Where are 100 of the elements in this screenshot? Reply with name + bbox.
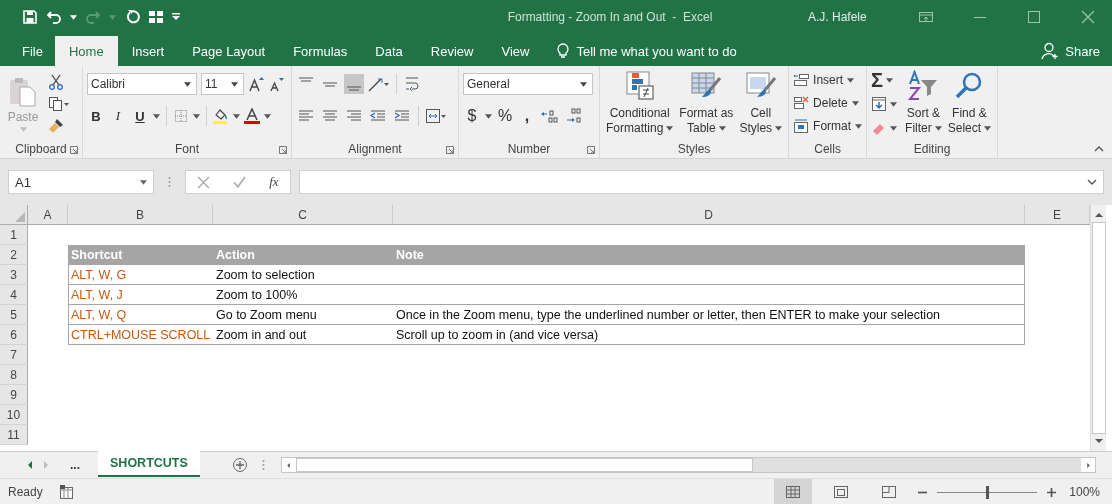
vertical-scrollbar[interactable] [1090,205,1106,451]
table-cell: Zoom to selection [213,265,393,285]
previous-sheet-icon[interactable] [26,461,34,469]
styles-button[interactable]: Conditional Formatting [604,70,676,140]
table-cell: ALT, W, J [68,285,213,305]
zoom-level[interactable]: 100% [1066,485,1100,499]
styles-button[interactable]: Cell Styles [737,70,785,140]
row-header[interactable]: 3 [10,267,17,282]
caret-icon [580,81,587,87]
cells-button[interactable]: Delete [793,93,863,113]
save-icon[interactable] [22,9,38,25]
dialog-launcher-icon[interactable] [279,146,287,154]
italic-button[interactable]: I [109,108,127,124]
scroll-right-icon[interactable] [1084,462,1092,468]
refresh-icon[interactable] [124,9,140,25]
orientation-icon[interactable] [368,76,390,92]
underline-button[interactable]: U [131,108,149,124]
share-button[interactable]: Share [1041,36,1112,66]
caret-icon[interactable] [264,113,271,119]
editing-button[interactable]: Sort & Filter [903,70,944,140]
grip-icon [168,176,171,188]
cells-button[interactable]: Format [793,116,863,136]
undo-icon[interactable] [46,9,62,25]
caret-icon[interactable] [193,113,200,119]
styles-button[interactable]: Format as Table [677,70,736,140]
insert-function-button[interactable]: fx [269,174,279,190]
grow-font-icon[interactable] [248,76,264,92]
column-header[interactable]: D [704,207,713,222]
caret-icon[interactable] [153,113,160,119]
caret-icon[interactable] [70,14,77,20]
customize-icon[interactable] [172,13,180,21]
scissors-icon[interactable] [48,74,64,90]
tell-me-field[interactable]: Tell me what you want to do [576,43,737,59]
decrease-decimal-icon[interactable] [564,106,584,126]
name-box[interactable]: A1 [8,170,154,194]
row-header[interactable]: 4 [10,287,17,302]
macro-record-icon[interactable] [58,484,75,500]
caret-icon [666,126,674,131]
ribbon-tab[interactable]: Data [361,36,417,66]
normal-view-icon [785,484,801,500]
dialog-launcher-icon[interactable] [446,146,454,154]
row-header[interactable]: 7 [10,347,17,362]
bold-button[interactable]: B [87,108,105,124]
row-header[interactable]: 5 [10,307,17,322]
row-header[interactable]: 8 [10,367,17,382]
shrink-font-icon[interactable] [268,76,284,92]
ribbon-tab[interactable]: View [487,36,544,66]
comma-button[interactable]: , [518,107,536,125]
row-header[interactable]: 2 [10,247,17,262]
horizontal-scrollbar[interactable] [280,457,1096,473]
autosum-button[interactable]: Σ [871,70,898,90]
column-header[interactable]: C [298,207,307,222]
zoom-in-icon[interactable] [1047,487,1056,497]
row-header[interactable]: 6 [10,327,17,342]
maximize-icon[interactable] [1026,9,1042,25]
ribbon-tab[interactable]: Formulas [279,36,362,66]
fill-color-icon[interactable] [213,108,229,124]
percent-button[interactable]: % [496,107,514,125]
dialog-launcher-icon[interactable] [587,146,595,154]
scroll-down-icon[interactable] [1094,437,1103,445]
font-size-dropdown[interactable]: 11 [201,73,244,95]
scroll-up-icon[interactable] [1094,211,1103,219]
ribbon-tab[interactable]: Page Layout [178,36,280,66]
ribbon-tab[interactable]: Review [416,36,488,66]
currency-button[interactable]: $ [463,107,481,125]
ribbon-tab[interactable]: Insert [117,36,179,66]
expand-icon [1087,179,1097,185]
sheet-tab[interactable]: SHORTCUTS [98,451,200,477]
column-header[interactable]: A [43,207,52,222]
new-sheet-icon[interactable] [231,457,248,473]
fill-down-icon[interactable] [871,96,888,112]
scroll-left-icon[interactable] [285,462,293,468]
format-painter-icon[interactable] [48,118,64,134]
close-icon[interactable] [1080,9,1096,25]
row-header[interactable]: 1 [10,227,17,242]
copy-icon[interactable] [48,96,70,112]
row-header[interactable]: 9 [10,387,17,402]
view-button[interactable] [774,479,812,504]
merge-center-icon[interactable] [425,108,447,124]
font-family-dropdown[interactable]: Calibri [87,73,197,95]
dialog-launcher-icon[interactable] [70,146,78,154]
collapse-ribbon-icon[interactable] [1094,146,1104,152]
column-header[interactable]: E [1053,207,1061,222]
more-sheets-button[interactable]: ... [70,458,80,472]
caret-icon[interactable] [890,101,898,107]
ribbon-tab[interactable]: Home [54,36,118,66]
layout-icon[interactable] [148,9,164,25]
caret-icon[interactable] [485,113,492,119]
caret-icon[interactable] [233,113,240,119]
ribbon-tab[interactable]: File [0,36,55,66]
delete-cells-icon [793,95,810,111]
number-format-dropdown[interactable]: General [463,73,593,95]
lightbulb-icon[interactable] [555,43,572,59]
font-color-icon[interactable] [244,108,260,124]
caret-icon[interactable] [890,125,898,131]
formula-input[interactable] [299,170,1104,194]
editing-button[interactable]: Find & Select [945,70,994,140]
cells-button[interactable]: Insert [793,70,863,90]
ribbon-display-icon[interactable] [918,9,934,25]
column-header[interactable]: B [136,207,144,222]
